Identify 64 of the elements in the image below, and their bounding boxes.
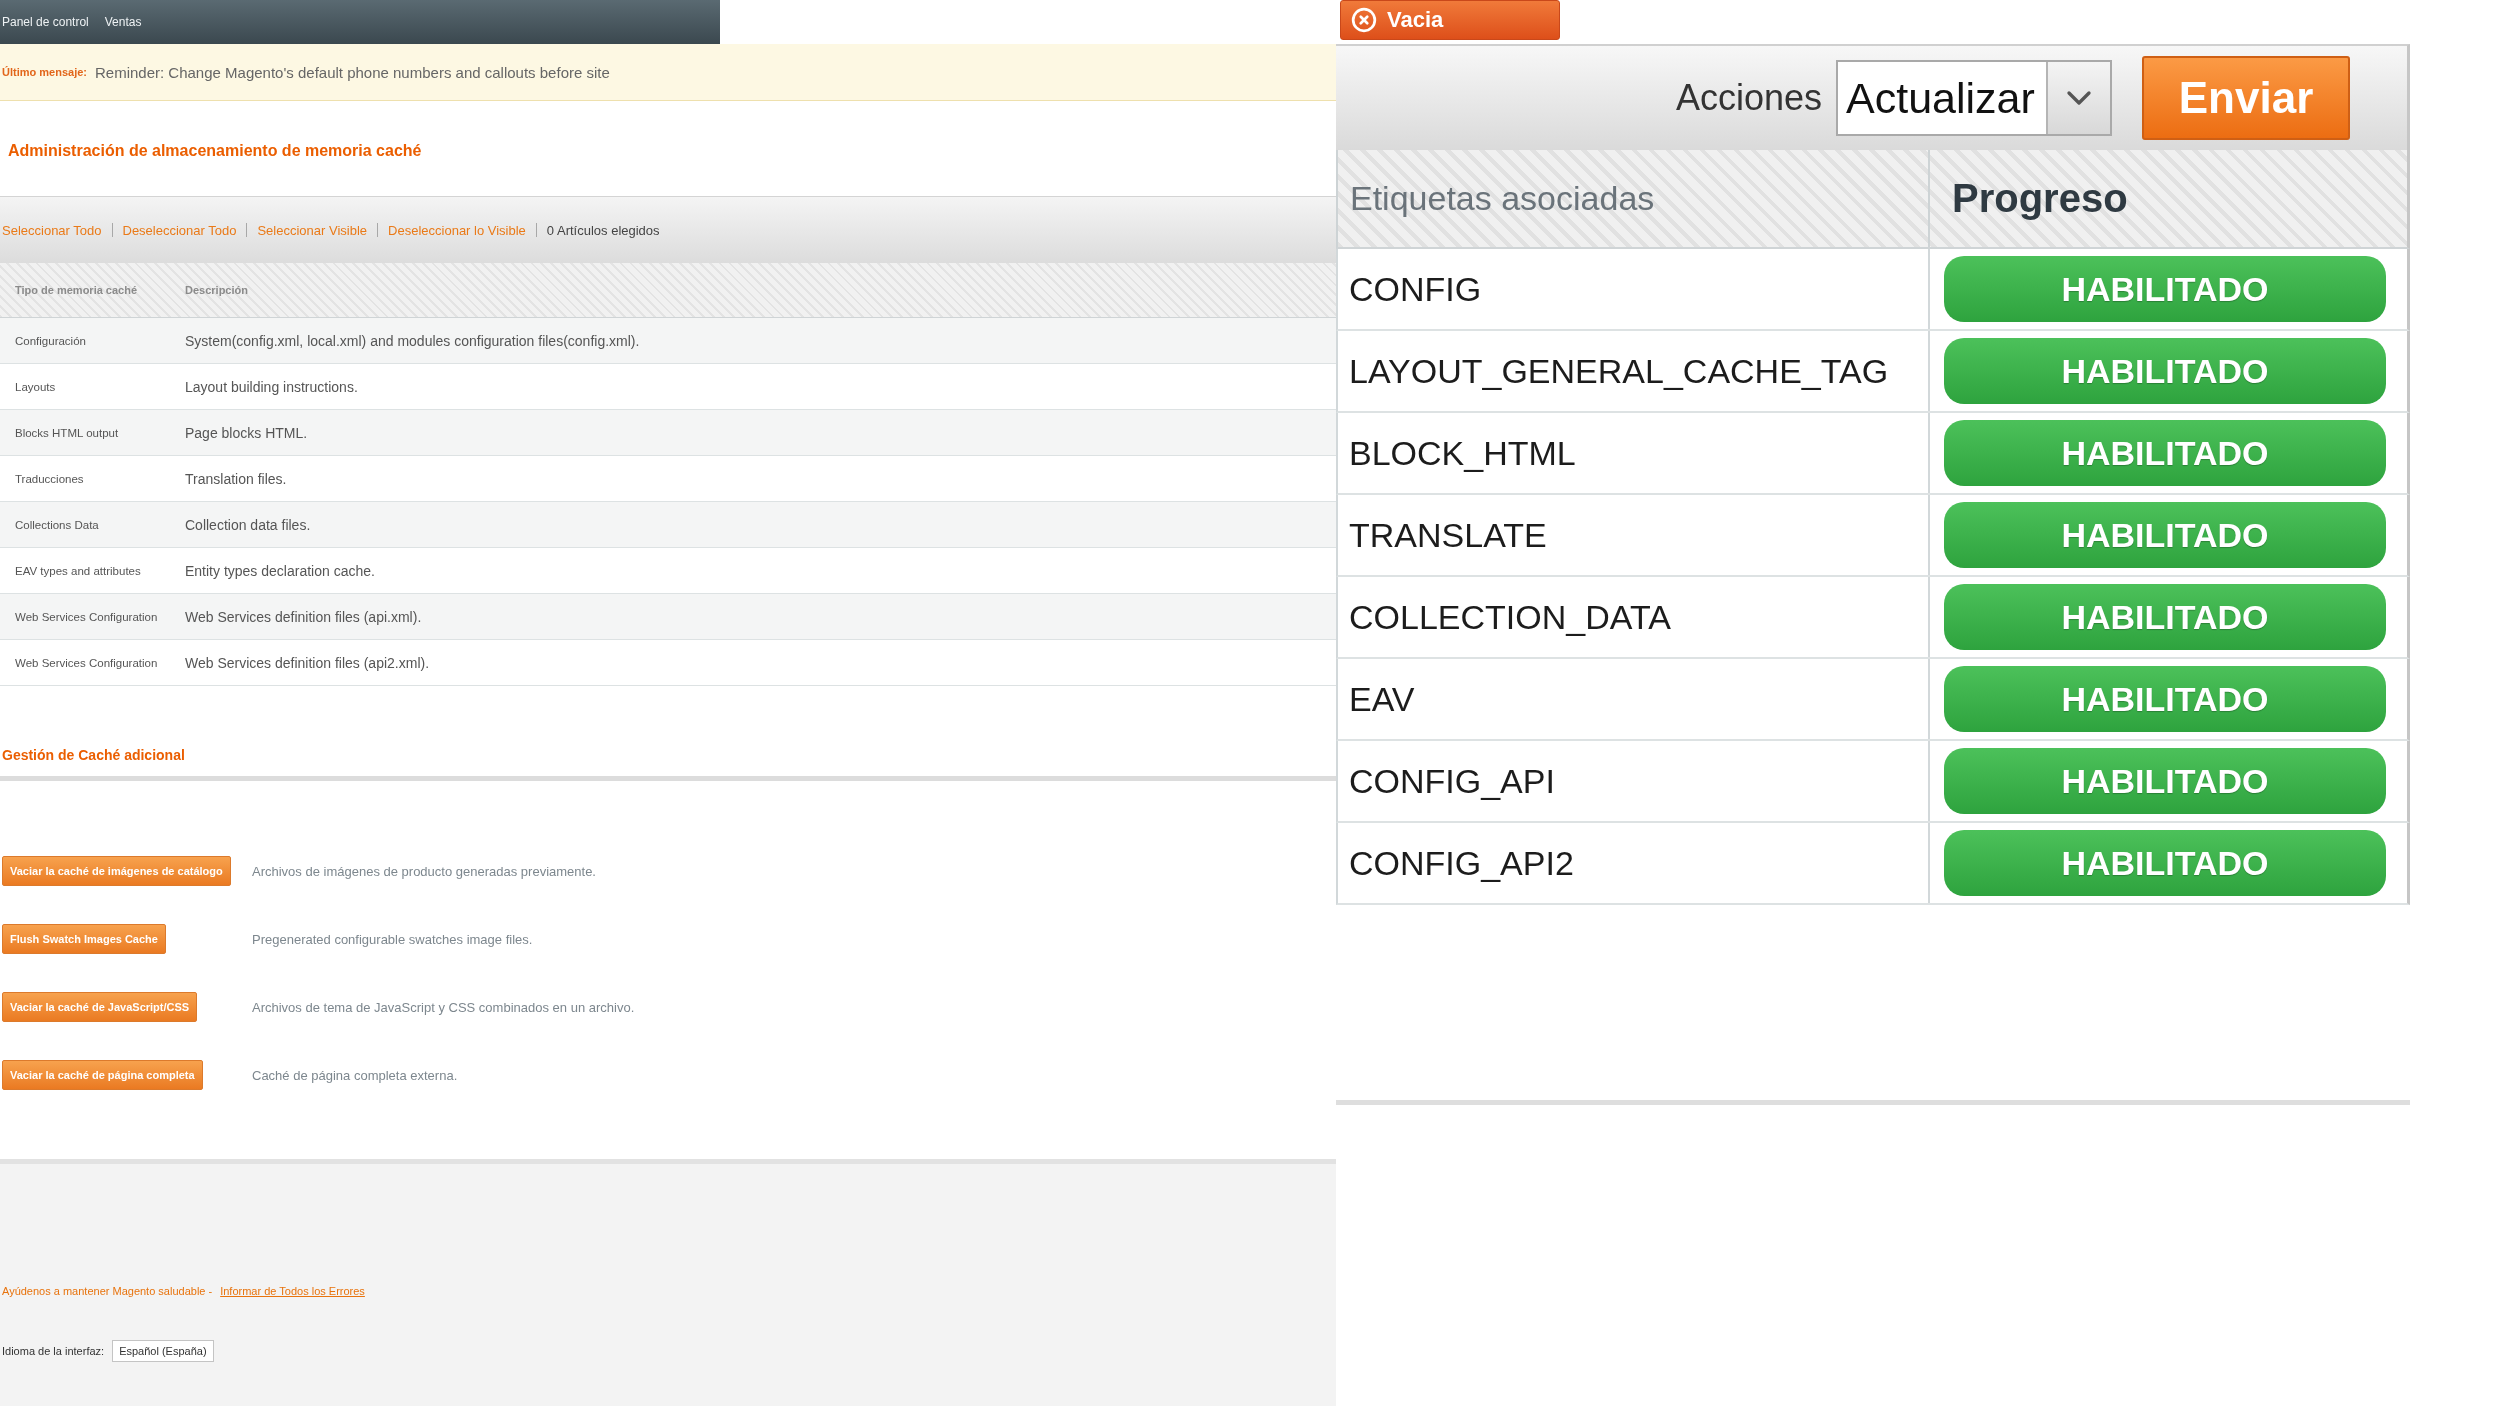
status-badge: HABILITADO [1944, 830, 2386, 896]
cache-description: Page blocks HTML. [185, 424, 308, 441]
cache-tag: TRANSLATE [1349, 515, 1547, 555]
massaction-link[interactable]: Deseleccionar lo Visible [388, 222, 526, 238]
cache-type-name: Web Services Configuration [15, 610, 158, 623]
column-header: Progreso [1952, 176, 2128, 221]
submit-button[interactable]: Enviar [2142, 56, 2350, 140]
page-title: Administración de almacenamiento de memoria caché [8, 141, 422, 161]
nav-item[interactable]: Panel de control [2, 15, 89, 29]
cache-type-name: Traducciones [15, 472, 84, 485]
column-header: Etiquetas asociadas [1350, 179, 1655, 218]
status-badge: HABILITADO [1944, 666, 2386, 732]
status-badge: HABILITADO [1944, 338, 2386, 404]
cache-description: System(config.xml, local.xml) and modules configuration files(config.xml). [185, 332, 640, 349]
cache-tag: CONFIG_API [1349, 761, 1555, 801]
report-bugs-link[interactable]: Informar de Todos los Errores [220, 1285, 365, 1297]
massaction-link[interactable]: Deseleccionar Todo [122, 222, 237, 238]
cache-description: Collection data files. [185, 516, 311, 533]
flush-button[interactable]: Vaciar la caché de JavaScript/CSS [2, 992, 198, 1022]
column-header: Descripción [185, 284, 248, 296]
cache-type-name: EAV types and attributes [15, 564, 141, 577]
status-badge: HABILITADO [1944, 502, 2386, 568]
actions-label: Acciones [1675, 77, 1822, 119]
cache-type-name: Collections Data [15, 518, 99, 531]
massaction-link[interactable]: Seleccionar Visible [257, 222, 368, 238]
status-badge: HABILITADO [1944, 748, 2386, 814]
cache-description: Entity types declaration cache. [185, 562, 375, 579]
flush-button[interactable]: Vaciar la caché de imágenes de catálogo [2, 856, 231, 886]
cache-description: Web Services definition files (api2.xml). [185, 654, 430, 671]
cache-tag: COLLECTION_DATA [1349, 597, 1671, 637]
cache-type-name: Web Services Configuration [15, 656, 158, 669]
cache-description: Layout building instructions. [185, 378, 358, 395]
cache-description: Web Services definition files (api.xml). [185, 608, 422, 625]
x-circle-icon [1351, 7, 1377, 33]
notification-label: Último mensaje: [2, 66, 87, 78]
cache-tag: BLOCK_HTML [1349, 433, 1576, 473]
cache-description: Translation files. [185, 470, 287, 487]
nav-item[interactable]: Ventas [104, 15, 142, 29]
locale-label: Idioma de la interfaz: [2, 1345, 105, 1357]
cache-tag: LAYOUT_GENERAL_CACHE_TAG [1349, 351, 1889, 391]
cache-tag: CONFIG_API2 [1349, 843, 1574, 883]
flush-description: Archivos de tema de JavaScript y CSS combinados en un archivo. [252, 999, 635, 1015]
locale-select[interactable]: Español (España) [112, 1340, 214, 1362]
footer-text: Ayúdenos a mantener Magento saludable - [2, 1285, 213, 1297]
selected-count: 0 Artículos elegidos [546, 222, 660, 238]
column-header: Tipo de memoria caché [15, 284, 138, 296]
flush-description: Caché de página completa externa. [252, 1067, 458, 1083]
section-heading: Gestión de Caché adicional [2, 746, 185, 765]
cache-tag: CONFIG [1349, 269, 1482, 309]
status-badge: HABILITADO [1944, 420, 2386, 486]
cache-type-name: Blocks HTML output [15, 426, 119, 439]
flush-button[interactable]: Flush Swatch Images Cache [2, 924, 166, 954]
notification-text: Reminder: Change Magento's default phone numbers and callouts before site [94, 63, 610, 81]
flush-button[interactable]: Vaciar la caché de página completa [2, 1060, 203, 1090]
flush-cache-button[interactable]: Vacia [1340, 0, 1560, 40]
flush-description: Archivos de imágenes de producto generadas previamente. [252, 863, 596, 879]
cache-type-name: Layouts [15, 380, 56, 393]
actions-select[interactable]: Actualizar [1836, 60, 2112, 136]
cache-tag: EAV [1349, 679, 1415, 719]
flush-description: Pregenerated configurable swatches image files. [252, 931, 533, 947]
cache-type-name: Configuración [15, 334, 86, 347]
massaction-link[interactable]: Seleccionar Todo [2, 222, 102, 238]
status-badge: HABILITADO [1944, 584, 2386, 650]
status-badge: HABILITADO [1944, 256, 2386, 322]
